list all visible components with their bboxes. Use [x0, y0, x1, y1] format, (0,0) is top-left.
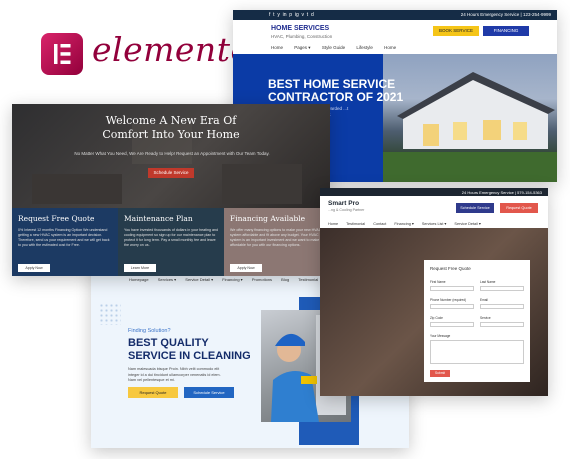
phone-field[interactable] [430, 304, 474, 309]
field-label: Phone Number (required) [430, 298, 467, 302]
hero-title-line: Welcome A New Era Of [105, 114, 237, 127]
submit-button[interactable]: Submit [430, 370, 450, 377]
nav-item[interactable]: Blog [281, 277, 289, 282]
nav-item[interactable]: Testimonial [346, 222, 365, 226]
top-bar: 24 Hours Emergency Service | 579-154-536… [320, 188, 548, 196]
feature-title: Maintenance Plan [124, 214, 193, 223]
last-name-field[interactable] [480, 286, 524, 291]
form-title: Request Free Quote [430, 266, 471, 271]
nav-item[interactable]: Financing ▾ [222, 277, 242, 282]
nav-item[interactable]: Home [271, 45, 283, 50]
field-label: Last Name [480, 280, 496, 284]
hero-title-line: SERVICE IN CLEANING [128, 350, 251, 362]
learn-more-button[interactable]: Learn More [124, 264, 156, 272]
feature-text: 0% Interest 12 months Financing Option W… [18, 228, 110, 247]
apply-now-button[interactable]: Apply Now [230, 264, 262, 272]
zip-code-field[interactable] [430, 322, 474, 327]
nav-item[interactable]: Pages ▾ [294, 45, 310, 50]
main-nav: Home Pages ▾ Style Guide Lifestyle Home [271, 45, 406, 51]
feature-title: Request Free Quote [18, 214, 95, 223]
hvac-welcome-preview: Welcome A New Era Of Comfort Into Your H… [12, 104, 330, 276]
nav-item[interactable]: Service Detail ▾ [454, 222, 480, 226]
schedule-service-button[interactable]: Schedule Service [184, 387, 234, 398]
main-nav: Home Testimonial Contact Financing ▾ Ser… [328, 221, 488, 226]
emergency-text: 24 Hours Emergency Service | 579-154-536… [461, 189, 542, 195]
nav-item[interactable]: Lifestyle [356, 45, 373, 50]
social-icons[interactable]: f t y in p ig v t d [269, 12, 314, 18]
hero-subtitle: No Matter What You Need, We Are Ready to… [74, 151, 270, 156]
feature-column: Request Free Quote 0% Interest 12 months… [12, 208, 118, 276]
nav-item[interactable]: Promotions [252, 277, 272, 282]
quote-form: Request Free Quote First Name Last Name … [424, 260, 530, 382]
nav-item[interactable]: Testimonial [298, 277, 318, 282]
field-label: Zip Code [430, 316, 443, 320]
feature-column: Maintenance Plan You have invested thous… [118, 208, 224, 276]
apply-now-button[interactable]: Apply Now [18, 264, 50, 272]
service-select[interactable] [480, 322, 524, 327]
first-name-field[interactable] [430, 286, 474, 291]
dots-decoration [99, 303, 121, 325]
hero-title: BEST HOME SERVICE CONTRACTOR OF 2021 [268, 77, 404, 104]
nav-item[interactable]: Style Guide [322, 45, 345, 50]
main-nav: Homepage Services ▾ Service Detail ▾ Fin… [129, 277, 352, 282]
site-brand[interactable]: HOME SERVICES [271, 25, 329, 32]
nav-item[interactable]: Contact [373, 222, 386, 226]
site-tagline: ...ng & Cooling Partner [328, 208, 365, 212]
emergency-text: 24 Hours Emergency Service | 123-254-999… [460, 12, 551, 17]
email-field[interactable] [480, 304, 524, 309]
smart-pro-preview: 24 Hours Emergency Service | 579-154-536… [320, 188, 548, 396]
nav-item[interactable]: Homepage [129, 277, 149, 282]
hero-title: BEST QUALITY SERVICE IN CLEANING [128, 337, 258, 363]
nav-item[interactable]: Financing ▾ [394, 222, 413, 226]
message-field[interactable] [430, 340, 524, 364]
field-label: Service [480, 316, 491, 320]
nav-item[interactable]: Services ▾ [158, 277, 176, 282]
feature-text: You have invested thousands of dollars i… [124, 228, 218, 247]
field-label: First Name [430, 280, 446, 284]
kicker-text: Finding Solution? [128, 328, 171, 334]
schedule-service-button[interactable]: Schedule Service [148, 168, 194, 178]
nav-item[interactable]: Services List ▾ [422, 222, 446, 226]
hero-text: Nam malesuada bisque Proin. Nibh velit c… [128, 367, 221, 382]
feature-text: We offer many financing options to make … [230, 228, 323, 247]
site-brand[interactable]: Smart Pro [328, 200, 359, 207]
hero-title-line: Comfort Into Your Home [102, 128, 240, 141]
hero-title-line: BEST QUALITY [128, 337, 209, 349]
site-tagline: HVAC, Plumbing, Construction [271, 34, 333, 39]
house-photo [383, 54, 557, 182]
feature-column: Financing Available We offer many financ… [224, 208, 330, 276]
nav-item[interactable]: Service Detail ▾ [185, 277, 213, 282]
elementor-logo-icon [41, 33, 83, 75]
field-label: Email [480, 298, 488, 302]
field-label: Your Message [430, 334, 451, 338]
feature-title: Financing Available [230, 214, 306, 223]
hero-title: Welcome A New Era Of Comfort Into Your H… [12, 114, 330, 142]
top-bar: f t y in p ig v t d 24 Hours Emergency S… [233, 10, 557, 20]
request-quote-button[interactable]: Request Quote [500, 203, 538, 213]
request-quote-button[interactable]: Request Quote [128, 387, 178, 398]
book-service-button[interactable]: BOOK SERVICE [433, 26, 479, 36]
nav-item[interactable]: Home [328, 222, 338, 226]
financing-button[interactable]: FINANCING [483, 26, 529, 36]
nav-item[interactable]: Home [384, 45, 396, 50]
schedule-service-button[interactable]: Schedule Service [456, 203, 494, 213]
